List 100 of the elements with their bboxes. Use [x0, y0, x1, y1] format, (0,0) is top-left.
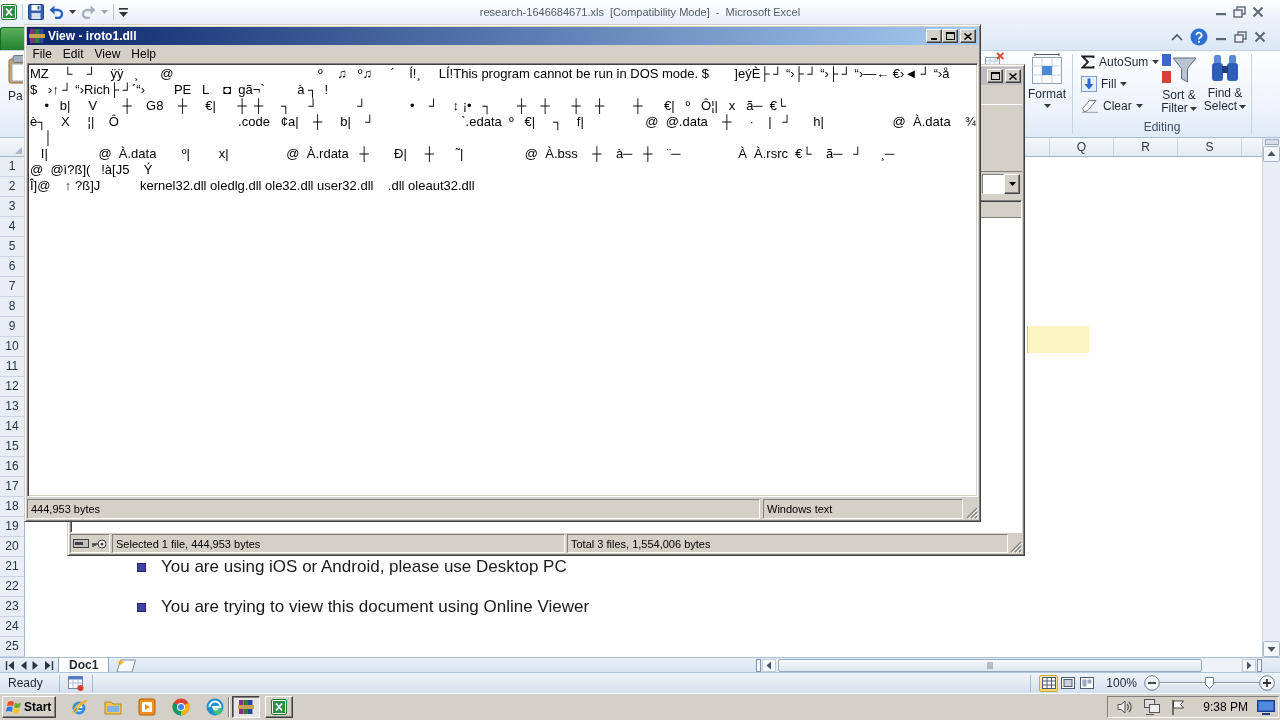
- caret-icon[interactable]: [69, 10, 76, 14]
- skip-end-icon[interactable]: [44, 660, 54, 670]
- scroll-thumb[interactable]: [778, 658, 1202, 672]
- row-header[interactable]: 16: [0, 457, 25, 477]
- excel-icon[interactable]: [1, 4, 17, 20]
- row-header[interactable]: 17: [0, 477, 25, 497]
- next-icon[interactable]: [32, 660, 39, 670]
- network-icon[interactable]: [1143, 698, 1162, 716]
- row-header[interactable]: 20: [0, 537, 25, 557]
- row-header[interactable]: 12: [0, 377, 25, 397]
- close-icon[interactable]: [1252, 6, 1264, 18]
- normal-view-button[interactable]: [1039, 674, 1059, 692]
- macro-record-icon[interactable]: [67, 675, 84, 691]
- find-select-button[interactable]: Find & Select: [1202, 51, 1248, 113]
- minimize-button[interactable]: [926, 29, 942, 43]
- menu-item[interactable]: Edit: [57, 45, 90, 63]
- sheet-tab[interactable]: Doc1: [58, 657, 110, 673]
- row-header[interactable]: 21: [0, 557, 25, 577]
- row-header[interactable]: 25: [0, 637, 25, 657]
- split-handle[interactable]: [1257, 658, 1262, 672]
- dropdown-button[interactable]: [1004, 174, 1020, 194]
- format-button[interactable]: Format: [1025, 51, 1069, 123]
- save-icon[interactable]: [28, 4, 44, 20]
- caret-icon: [1239, 104, 1247, 109]
- column-header[interactable]: R: [1113, 138, 1177, 156]
- row-header[interactable]: 18: [0, 497, 25, 517]
- row-header[interactable]: 3: [0, 197, 25, 217]
- restore-icon[interactable]: [1233, 6, 1246, 18]
- size-grip-icon[interactable]: [966, 507, 978, 519]
- start-button[interactable]: Start: [2, 696, 56, 718]
- split-handle[interactable]: [756, 658, 761, 672]
- row-header[interactable]: 22: [0, 577, 25, 597]
- row-header[interactable]: 23: [0, 597, 25, 617]
- row-header[interactable]: 24: [0, 617, 25, 637]
- row-header[interactable]: 2: [0, 177, 25, 197]
- drive-icon[interactable]: [73, 539, 89, 548]
- row-header[interactable]: 10: [0, 337, 25, 357]
- address-field[interactable]: [982, 174, 1004, 194]
- horizontal-scrollbar[interactable]: [756, 658, 1262, 672]
- close-button[interactable]: [1005, 69, 1021, 83]
- scroll-right-icon[interactable]: [1242, 658, 1256, 672]
- scroll-up-icon[interactable]: [1263, 146, 1280, 162]
- menu-item[interactable]: View: [89, 45, 126, 63]
- menu-item[interactable]: File: [27, 45, 58, 63]
- row-header[interactable]: 9: [0, 317, 25, 337]
- customize-icon[interactable]: [119, 7, 128, 17]
- ie-icon[interactable]: [70, 698, 88, 716]
- maximize-button[interactable]: [942, 29, 958, 43]
- column-header[interactable]: Q: [1049, 138, 1113, 156]
- scroll-left-icon[interactable]: [762, 658, 776, 672]
- chrome-icon[interactable]: [172, 698, 190, 716]
- books-icon[interactable]: [29, 28, 45, 44]
- row-header[interactable]: 13: [0, 397, 25, 417]
- row-header[interactable]: 8: [0, 297, 25, 317]
- page-icon: [1060, 677, 1075, 689]
- row-header[interactable]: 14: [0, 417, 25, 437]
- vertical-scrollbar[interactable]: [1262, 138, 1280, 657]
- chevron-up-icon[interactable]: [1171, 33, 1183, 41]
- column-header[interactable]: S: [1177, 138, 1241, 156]
- restore-icon[interactable]: [1234, 31, 1247, 43]
- row-header[interactable]: 6: [0, 257, 25, 277]
- file-tab[interactable]: [0, 27, 24, 50]
- maximize-button[interactable]: [987, 69, 1003, 83]
- caret-icon: [1152, 60, 1160, 64]
- fill-button[interactable]: Fill: [1078, 73, 1128, 95]
- zoom-in-icon[interactable]: [1259, 675, 1275, 691]
- row-header[interactable]: 15: [0, 437, 25, 457]
- split-handle[interactable]: [1264, 139, 1279, 145]
- close-button[interactable]: [960, 29, 976, 43]
- scroll-down-icon[interactable]: [1263, 641, 1280, 657]
- size-grip-icon[interactable]: [1010, 541, 1022, 553]
- clear-button[interactable]: Clear: [1078, 95, 1143, 117]
- sigma-icon: [1081, 55, 1095, 69]
- key-icon[interactable]: [91, 538, 107, 549]
- zoom-out-icon[interactable]: [1144, 675, 1160, 691]
- caret-icon: [1135, 104, 1143, 108]
- row-header[interactable]: 5: [0, 237, 25, 257]
- slider-thumb[interactable]: [1205, 677, 1214, 689]
- task-button[interactable]: [232, 696, 260, 718]
- skip-start-icon[interactable]: [5, 660, 15, 670]
- page-break-view-button[interactable]: [1077, 674, 1097, 692]
- row-header[interactable]: 19: [0, 517, 25, 537]
- row-header[interactable]: 11: [0, 357, 25, 377]
- row-header[interactable]: 1: [0, 157, 25, 177]
- undo-icon[interactable]: [49, 5, 64, 19]
- show-desktop-icon[interactable]: [1257, 699, 1275, 715]
- close-icon[interactable]: [1254, 31, 1266, 43]
- help-icon[interactable]: [1190, 28, 1208, 46]
- previous-icon[interactable]: [20, 660, 27, 670]
- caret-icon: [1008, 182, 1016, 186]
- flag-icon[interactable]: [1170, 699, 1187, 715]
- bullet-icon: [137, 602, 146, 612]
- edge-icon[interactable]: [206, 698, 224, 716]
- media-player-icon[interactable]: [138, 698, 156, 716]
- row-header[interactable]: 7: [0, 277, 25, 297]
- maximize-icon: [990, 72, 1000, 80]
- row-header[interactable]: 4: [0, 217, 25, 237]
- menu-item[interactable]: Help: [125, 45, 162, 63]
- page-layout-view-button[interactable]: [1058, 674, 1078, 692]
- speaker-icon[interactable]: [1116, 699, 1135, 715]
